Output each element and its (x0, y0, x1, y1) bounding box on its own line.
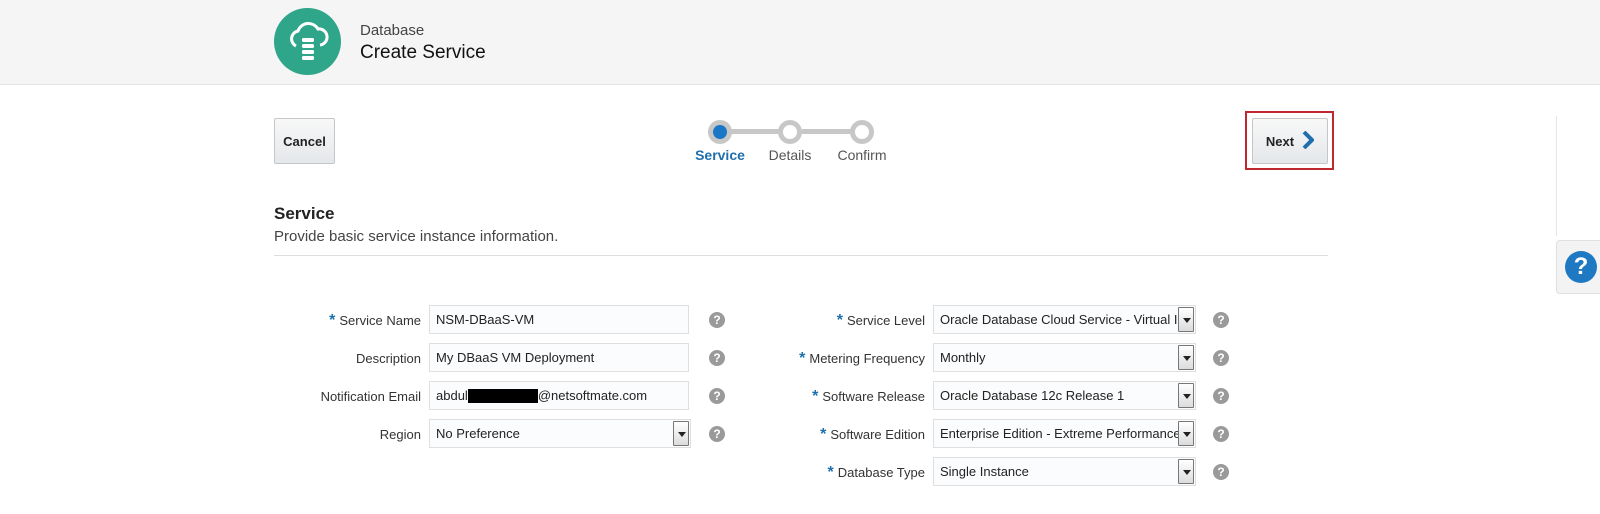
software-edition-help-icon[interactable]: ? (1213, 426, 1229, 442)
metering-frequency-select[interactable]: Monthly (933, 343, 1196, 372)
side-help-tab[interactable]: ? (1556, 240, 1600, 294)
description-label: Description (355, 351, 421, 366)
redaction-bar (467, 388, 538, 403)
region-select[interactable]: No Preference (429, 419, 691, 448)
train-label-details[interactable]: Details (750, 147, 830, 163)
train-stop-details[interactable] (778, 120, 802, 144)
metering-frequency-help-icon[interactable]: ? (1213, 350, 1229, 366)
notification-email-help-icon[interactable]: ? (709, 388, 725, 404)
chevron-down-icon[interactable] (1178, 345, 1194, 370)
section-description: Provide basic service instance informati… (274, 228, 559, 245)
service-level-label: * Service Level (836, 312, 925, 329)
software-release-label: * Software Release (812, 388, 925, 405)
database-type-help-icon[interactable]: ? (1213, 464, 1229, 480)
software-edition-select[interactable]: Enterprise Edition - Extreme Performance (933, 419, 1196, 448)
service-name-label: * Service Name (329, 312, 421, 329)
database-type-select[interactable]: Single Instance (933, 457, 1196, 486)
region-help-icon[interactable]: ? (709, 426, 725, 442)
software-edition-label: * Software Edition (820, 426, 925, 443)
chevron-right-icon (1302, 130, 1315, 152)
description-help-icon[interactable]: ? (709, 350, 725, 366)
service-name-help-icon[interactable]: ? (709, 312, 725, 328)
service-name-input[interactable]: NSM-DBaaS-VM (429, 305, 689, 334)
train-stop-service[interactable] (708, 120, 732, 144)
train-label-service[interactable]: Service (680, 147, 760, 163)
cancel-button[interactable]: Cancel (274, 118, 335, 164)
section-title: Service (274, 204, 335, 223)
metering-frequency-label: * Metering Frequency (799, 350, 925, 367)
software-release-help-icon[interactable]: ? (1213, 388, 1229, 404)
service-level-select[interactable]: Oracle Database Cloud Service - Virtual … (933, 305, 1196, 334)
train-label-confirm[interactable]: Confirm (822, 147, 902, 163)
next-button-label: Next (1265, 133, 1295, 149)
chevron-down-icon[interactable] (1178, 307, 1194, 332)
chevron-down-icon[interactable] (673, 421, 689, 446)
database-type-label: * Database Type (827, 464, 925, 481)
page-header: Database Create Service (0, 0, 1600, 85)
notification-email-input[interactable]: abdul @netsoftmate.com (429, 381, 689, 410)
description-input[interactable]: My DBaaS VM Deployment (429, 343, 689, 372)
app-subtitle: Database (360, 22, 425, 39)
service-level-help-icon[interactable]: ? (1213, 312, 1229, 328)
region-label: Region (379, 427, 421, 442)
software-release-select[interactable]: Oracle Database 12c Release 1 (933, 381, 1196, 410)
next-button[interactable]: Next (1252, 118, 1328, 164)
section-divider (274, 255, 1328, 256)
notification-email-label: Notification Email (320, 389, 421, 404)
chevron-down-icon[interactable] (1178, 421, 1194, 446)
chevron-down-icon[interactable] (1178, 459, 1194, 484)
side-panel-edge (1556, 116, 1557, 236)
cloud-database-icon (274, 8, 341, 75)
page-title: Create Service (360, 42, 486, 63)
help-circle-icon[interactable]: ? (1565, 251, 1597, 283)
train-stop-confirm[interactable] (850, 120, 874, 144)
chevron-down-icon[interactable] (1178, 383, 1194, 408)
